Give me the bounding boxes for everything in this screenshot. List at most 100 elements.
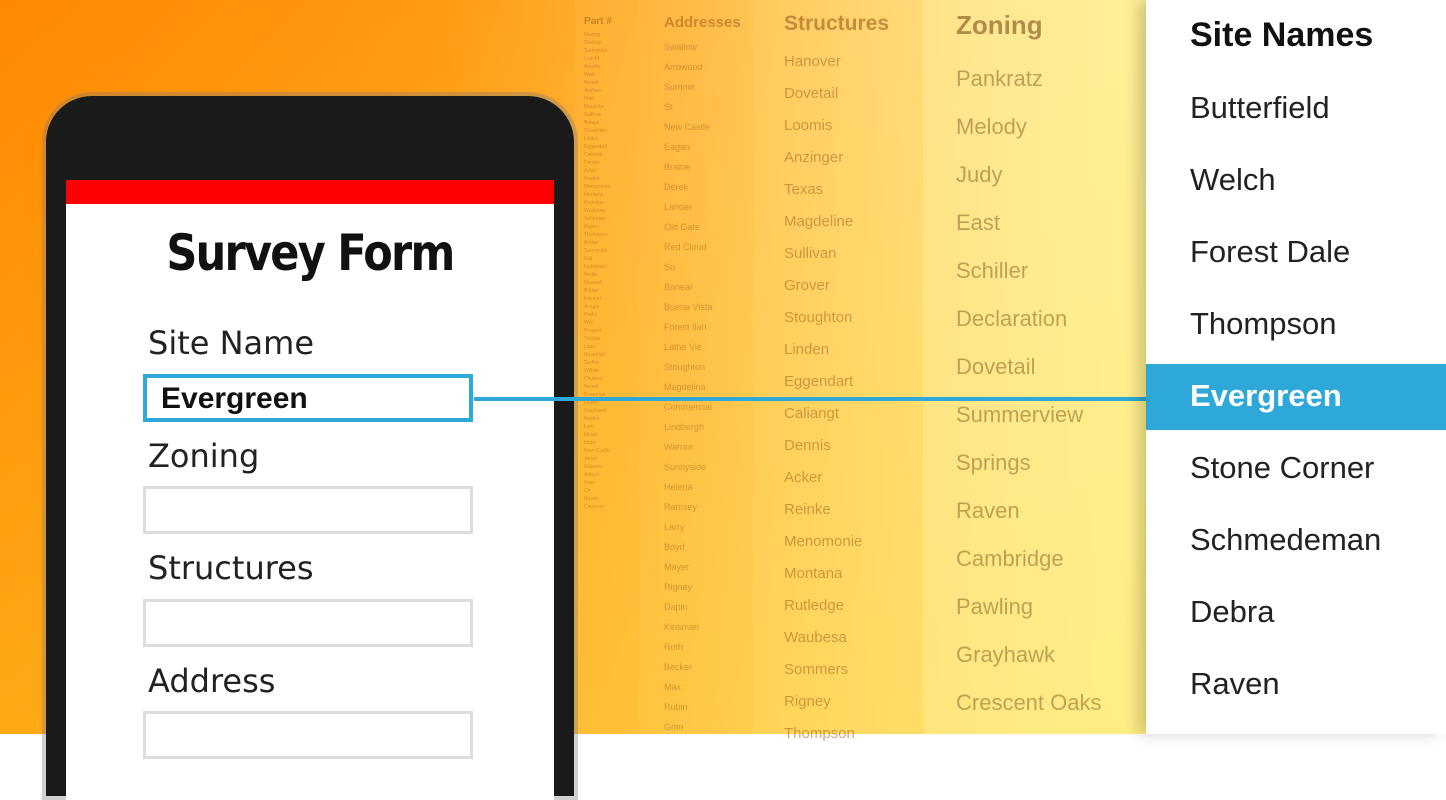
structures-column-header: Structures	[784, 12, 890, 35]
column-item: Dapin	[664, 602, 688, 612]
column-item: Magdelin	[584, 104, 605, 110]
address-label: Address	[148, 662, 276, 700]
column-item: New Castle	[664, 122, 711, 132]
part-column: Part # Flexing Strathgr Sunnyside Lunchf Acu…	[584, 16, 612, 511]
column-item: Sommers	[584, 216, 606, 222]
column-item: New Castle	[584, 448, 610, 454]
column-item: Melody	[956, 114, 1027, 139]
column-item: Rubin	[664, 702, 688, 712]
site-name-item[interactable]: Forest Dale	[1146, 220, 1446, 286]
column-item: Waubesa	[584, 208, 605, 214]
column-item: Buena Vista	[664, 302, 713, 312]
column-item: Stoughton	[664, 362, 706, 372]
column-item: Braine	[664, 162, 691, 172]
column-item: Larry	[664, 522, 685, 532]
column-item: Acushy	[584, 64, 601, 70]
column-item: Walk	[584, 72, 595, 78]
column-item: Ch	[584, 488, 591, 494]
column-item: Lindbergh	[664, 422, 705, 432]
column-item: Boyd	[664, 542, 685, 552]
zoning-field[interactable]	[143, 486, 473, 534]
column-item: Strathgr	[584, 40, 602, 46]
column-item: Reinke	[784, 501, 831, 518]
column-item: Rigney	[664, 582, 693, 592]
column-item: Dennis	[784, 437, 831, 454]
site-name-item[interactable]: Butterfield	[1146, 76, 1446, 142]
column-item: Helena	[664, 482, 693, 492]
column-item: Caliangt	[584, 152, 603, 158]
zoning-column-header: Zoning	[956, 10, 1043, 40]
column-item: Su	[664, 262, 676, 272]
site-name-field[interactable]: Evergreen	[143, 374, 473, 422]
site-name-item-selected[interactable]: Evergreen	[1146, 364, 1446, 430]
structures-field[interactable]	[143, 599, 473, 647]
column-item: Dovetail	[956, 354, 1036, 379]
column-item: Summit	[664, 82, 695, 92]
column-item: Eggendart	[584, 144, 608, 150]
address-field[interactable]	[143, 711, 473, 759]
zoning-column: Zoning Pankratz Melody Judy East Schiller Dec…	[956, 10, 1102, 727]
column-item: Rigney	[584, 224, 600, 230]
column-item: Lent	[584, 424, 594, 430]
column-item: Pirkl	[584, 96, 594, 102]
site-name-item[interactable]: Raven	[1146, 652, 1446, 718]
column-item: Roth	[664, 642, 684, 652]
site-name-item[interactable]: Welch	[1146, 148, 1446, 214]
column-item: Faye	[584, 480, 596, 486]
column-item: Caliangt	[784, 405, 840, 422]
addresses-column-header: Addresses	[664, 14, 741, 31]
column-item: Lindsr	[584, 136, 598, 142]
column-item: Acker	[784, 469, 823, 486]
column-item: Sunnyside	[584, 248, 608, 254]
column-item: Menomonie	[584, 184, 611, 190]
column-item: Brittan	[584, 240, 599, 246]
site-name-field-value: Evergreen	[161, 382, 308, 415]
site-name-item[interactable]: Debra	[1146, 580, 1446, 646]
column-item: Ruthy	[584, 312, 598, 318]
phone-device: Survey Form Site Name Evergreen Zoning S…	[46, 96, 574, 800]
column-item: Crescent	[584, 504, 605, 510]
column-item: Pawling	[956, 594, 1034, 619]
column-item: Lathe Vie	[664, 342, 702, 352]
column-item: Wilhite	[584, 368, 600, 374]
column-item: Linden	[784, 341, 830, 358]
column-item: Warrior	[664, 442, 694, 452]
site-name-item[interactable]: Schmedeman	[1146, 508, 1446, 574]
column-item: Maxwell	[584, 280, 603, 286]
column-item: Red Cloud	[664, 242, 707, 252]
column-item: Grayhawk	[584, 408, 607, 414]
column-item: Raven	[584, 496, 599, 502]
column-item: Berndt	[584, 384, 599, 390]
column-item: Max	[664, 682, 682, 692]
column-item: Becker	[664, 662, 693, 672]
site-name-item[interactable]: Stone Corner	[1146, 436, 1446, 502]
column-item: Magdelina	[664, 382, 706, 392]
column-item: Acker	[584, 168, 597, 174]
column-item: Reinke	[584, 176, 600, 182]
column-item: Larry	[584, 344, 596, 350]
column-item: Montana	[584, 192, 604, 198]
column-item: Bonsai	[584, 120, 600, 126]
column-item: Dovetail	[784, 85, 839, 102]
column-item: Texas	[784, 181, 824, 198]
part-column-header: Part #	[584, 16, 612, 27]
phone-header-bar	[66, 180, 554, 204]
column-item: Hanover	[784, 53, 841, 70]
column-item: Grayhawk	[956, 642, 1056, 667]
structures-column: Structures Hanover Dovetail Loomis Anzinger…	[784, 12, 889, 750]
column-item: Keinnet	[584, 296, 601, 302]
column-item: Montana	[784, 565, 843, 582]
column-item: Meyer	[584, 432, 598, 438]
column-item: Crescent Oaks	[956, 690, 1102, 715]
site-name-label: Site Name	[148, 324, 315, 362]
site-name-item[interactable]: Thompson	[1146, 292, 1446, 358]
column-item: Fall	[584, 256, 593, 262]
column-item: Declaration	[956, 306, 1068, 331]
column-item: Tordale	[584, 336, 601, 342]
column-item: Stoughton	[784, 309, 853, 326]
column-item: Ramsey	[664, 502, 698, 512]
column-item: Fieldgrass	[584, 264, 608, 270]
column-item: Roberts	[584, 464, 602, 470]
column-item: Rigney	[784, 693, 831, 710]
column-item: Loomis	[784, 117, 833, 134]
